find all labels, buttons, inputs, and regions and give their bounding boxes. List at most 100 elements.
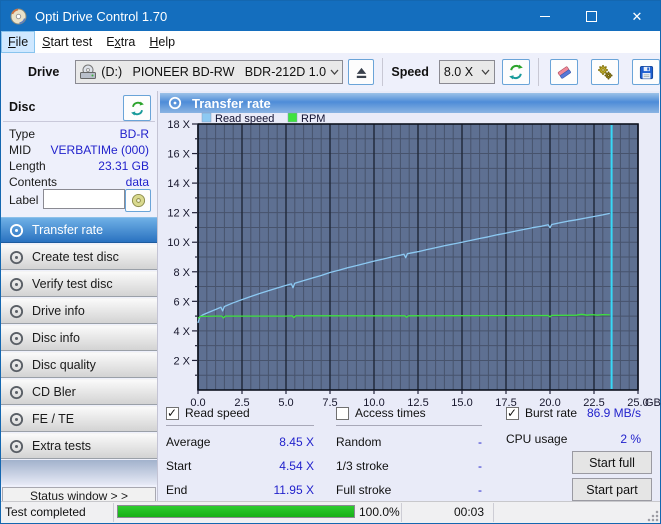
svg-text:2 X: 2 X (173, 355, 190, 367)
status-text: Test completed (5, 505, 86, 519)
progress-percent: 100.0% (359, 505, 400, 519)
disc-icon (9, 250, 24, 265)
sidebar: Transfer rate Create test disc Verify te… (1, 217, 157, 460)
svg-text:RPM: RPM (301, 113, 325, 125)
progress-fill (118, 506, 354, 517)
sidebar-filler (1, 460, 157, 485)
toolbar-separator (538, 58, 539, 86)
end-row: End11.95 X (166, 483, 314, 499)
divider (113, 503, 114, 522)
save-button[interactable] (632, 59, 660, 85)
disc-icon (9, 439, 24, 454)
disc-icon (9, 385, 24, 400)
sidebar-item-extra-tests[interactable]: Extra tests (1, 433, 157, 459)
statusbar: Test completed 100.0% 00:03 (1, 501, 660, 523)
full-stroke-row: Full stroke- (336, 483, 482, 499)
speed-select[interactable]: 8.0 X (439, 60, 495, 84)
sidebar-item-cd-bler[interactable]: CD Bler (1, 379, 157, 405)
random-row: Random- (336, 435, 482, 451)
drive-select[interactable]: (D:) PIONEER BD-RW BDR-212D 1.00 (75, 60, 343, 84)
maximize-icon (586, 11, 597, 22)
disc-mid-row: MIDVERBATIMe (000) (9, 143, 149, 159)
sidebar-item-fe-te[interactable]: FE / TE (1, 406, 157, 432)
disc-icon (168, 96, 182, 110)
minimize-icon (540, 16, 550, 17)
erase-disc-button[interactable] (550, 59, 578, 85)
burst-group: Burst rate 86.9 MB/s CPU usage2 % (506, 406, 641, 448)
disc-type-row: TypeBD-R (9, 127, 149, 143)
svg-text:8 X: 8 X (173, 267, 190, 279)
window-title: Opti Drive Control 1.70 (35, 9, 167, 24)
sidebar-item-transfer-rate[interactable]: Transfer rate (1, 217, 157, 243)
app-disc-icon (10, 8, 27, 25)
read-speed-checkbox-label: Read speed (185, 406, 250, 420)
main-panel: Transfer rate 2 X4 X6 X8 X10 X12 X14 X16… (158, 91, 660, 502)
read-speed-group: Read speed Average8.45 X Start4.54 X End… (166, 406, 314, 499)
settings-button[interactable] (591, 59, 619, 85)
minimize-button[interactable] (522, 1, 568, 31)
disc-icon (9, 358, 24, 373)
panel-header: Transfer rate (160, 93, 659, 113)
average-row: Average8.45 X (166, 435, 314, 451)
refresh-icon (130, 101, 145, 116)
svg-text:12 X: 12 X (167, 208, 190, 220)
disc-label-input[interactable] (43, 189, 125, 209)
divider (401, 503, 402, 522)
refresh-icon (508, 64, 524, 80)
read-speed-checkbox[interactable] (166, 407, 179, 420)
gears-icon (597, 64, 613, 80)
menu-help[interactable]: Help (142, 31, 182, 53)
chevron-down-icon (326, 69, 342, 75)
disc-icon (9, 223, 24, 238)
maximize-button[interactable] (568, 1, 614, 31)
left-panel: Disc TypeBD-R MIDVERBATIMe (000) Length2… (1, 91, 158, 502)
resize-grip[interactable] (647, 510, 659, 522)
drive-icon (79, 64, 97, 80)
save-icon (639, 65, 654, 80)
divider (166, 425, 314, 426)
sidebar-item-create-test-disc[interactable]: Create test disc (1, 244, 157, 270)
disc-icon (9, 277, 24, 292)
disc-icon (9, 304, 24, 319)
refresh-disc-button[interactable] (123, 95, 151, 121)
divider (3, 121, 155, 122)
toolbar: Drive (D:) PIONEER BD-RW BDR-212D 1.00 S… (1, 53, 660, 92)
disc-label-row: Label (9, 189, 151, 211)
cpu-usage-row: CPU usage2 % (506, 432, 641, 448)
disc-icon (131, 193, 146, 208)
titlebar: Opti Drive Control 1.70 ✕ (1, 1, 660, 31)
eraser-icon (556, 64, 572, 80)
disc-length-row: Length23.31 GB (9, 159, 149, 175)
access-times-group: Access times Random- 1/3 stroke- Full st… (336, 406, 482, 499)
write-label-button[interactable] (125, 189, 151, 212)
svg-text:6 X: 6 X (173, 296, 190, 308)
start-part-button[interactable]: Start part (572, 478, 652, 501)
divider (336, 425, 482, 426)
svg-text:GB: GB (645, 397, 661, 409)
close-button[interactable]: ✕ (614, 1, 660, 31)
burst-rate-value: 86.9 MB/s (587, 406, 641, 420)
progress-bar (117, 505, 355, 518)
refresh-speeds-button[interactable] (502, 59, 530, 85)
sidebar-item-verify-test-disc[interactable]: Verify test disc (1, 271, 157, 297)
menu-start-test[interactable]: Start test (35, 31, 99, 53)
sidebar-item-disc-info[interactable]: Disc info (1, 325, 157, 351)
one-third-stroke-row: 1/3 stroke- (336, 459, 482, 475)
access-times-checkbox[interactable] (336, 407, 349, 420)
burst-rate-checkbox[interactable] (506, 407, 519, 420)
sidebar-item-drive-info[interactable]: Drive info (1, 298, 157, 324)
eject-icon (354, 65, 369, 80)
transfer-rate-chart: 2 X4 X6 X8 X10 X12 X14 X16 X18 X0.02.55.… (158, 112, 661, 410)
disc-panel-title: Disc (9, 100, 35, 114)
speed-label: Speed (391, 65, 429, 79)
sidebar-item-disc-quality[interactable]: Disc quality (1, 352, 157, 378)
svg-text:10 X: 10 X (167, 237, 190, 249)
panel-title: Transfer rate (192, 96, 271, 111)
menu-file[interactable]: File (1, 31, 35, 53)
start-full-button[interactable]: Start full (572, 451, 652, 474)
start-row: Start4.54 X (166, 459, 314, 475)
access-times-checkbox-label: Access times (355, 406, 426, 420)
svg-text:14 X: 14 X (167, 178, 190, 190)
menu-extra[interactable]: Extra (99, 31, 142, 53)
eject-button[interactable] (348, 59, 374, 85)
